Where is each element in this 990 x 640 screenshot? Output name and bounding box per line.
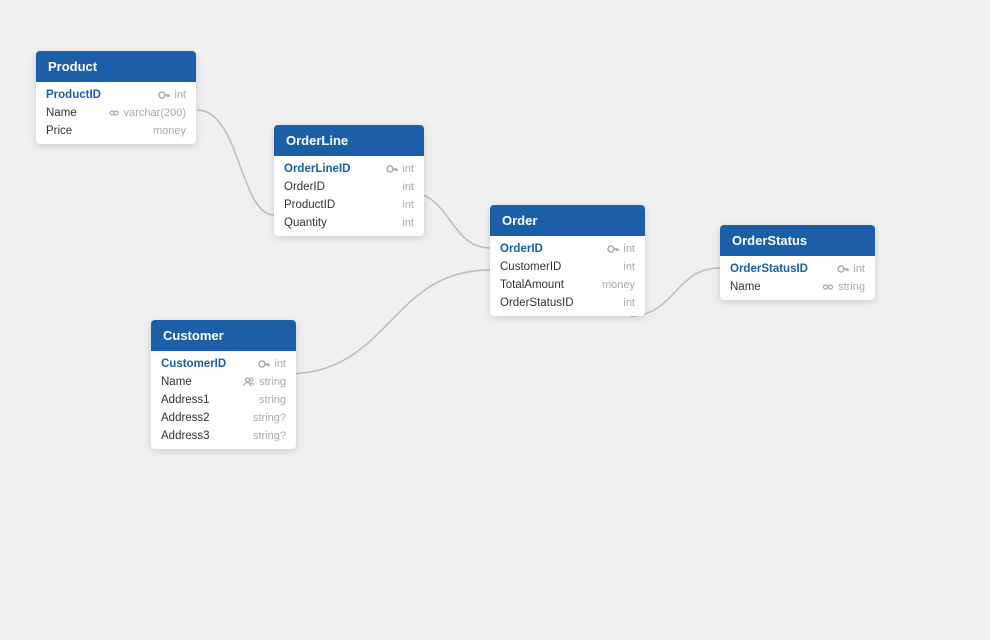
field-name: OrderID bbox=[284, 181, 325, 193]
key-icon bbox=[837, 263, 849, 275]
table-row: OrderID int bbox=[274, 178, 424, 196]
table-row: TotalAmount money bbox=[490, 276, 645, 294]
field-right: varchar(200) bbox=[108, 107, 186, 119]
field-right: string? bbox=[253, 412, 286, 424]
table-row: CustomerID int bbox=[490, 258, 645, 276]
field-type: string? bbox=[253, 430, 286, 442]
table-row: Address3 string? bbox=[151, 427, 296, 445]
field-name: Price bbox=[46, 125, 72, 137]
field-right: int bbox=[386, 163, 414, 175]
field-name: Quantity bbox=[284, 217, 327, 229]
field-type: string bbox=[838, 281, 865, 293]
field-type: int bbox=[623, 297, 635, 309]
orderline-header: OrderLine bbox=[274, 125, 424, 156]
field-name: OrderLineID bbox=[284, 163, 350, 175]
table-row: Name varchar(200) bbox=[36, 104, 196, 122]
order-table: Order OrderID int CustomerID int TotalAm… bbox=[490, 205, 645, 316]
field-type: int bbox=[402, 181, 414, 193]
field-type: int bbox=[402, 163, 414, 175]
customer-table: Customer CustomerID int Name string Addr… bbox=[151, 320, 296, 449]
field-right: int bbox=[623, 261, 635, 273]
field-name: TotalAmount bbox=[500, 279, 564, 291]
table-row: Address1 string bbox=[151, 391, 296, 409]
table-row: Name string bbox=[720, 278, 875, 296]
field-type: int bbox=[853, 263, 865, 275]
orderstatus-header: OrderStatus bbox=[720, 225, 875, 256]
table-row: ProductID int bbox=[274, 196, 424, 214]
product-body: ProductID int Name varchar(200) Price mo… bbox=[36, 82, 196, 144]
field-right: money bbox=[602, 279, 635, 291]
order-header: Order bbox=[490, 205, 645, 236]
group-icon bbox=[243, 376, 255, 388]
key-icon bbox=[386, 163, 398, 175]
field-name: Name bbox=[730, 281, 761, 293]
table-row: Price money bbox=[36, 122, 196, 140]
field-type: int bbox=[623, 243, 635, 255]
field-right: string bbox=[259, 394, 286, 406]
table-row: ProductID int bbox=[36, 86, 196, 104]
key-icon bbox=[158, 89, 170, 101]
field-name: Name bbox=[46, 107, 77, 119]
table-row: Name string bbox=[151, 373, 296, 391]
key-icon bbox=[258, 358, 270, 370]
field-name: CustomerID bbox=[500, 261, 561, 273]
customer-header: Customer bbox=[151, 320, 296, 351]
order-body: OrderID int CustomerID int TotalAmount m… bbox=[490, 236, 645, 316]
field-right: int bbox=[837, 263, 865, 275]
product-header: Product bbox=[36, 51, 196, 82]
field-type: money bbox=[153, 125, 186, 137]
field-type: string? bbox=[253, 412, 286, 424]
field-right: int bbox=[158, 89, 186, 101]
field-name: Address3 bbox=[161, 430, 210, 442]
field-type: money bbox=[602, 279, 635, 291]
field-name: Address1 bbox=[161, 394, 210, 406]
table-row: OrderStatusID int bbox=[720, 260, 875, 278]
field-right: int bbox=[607, 243, 635, 255]
field-right: int bbox=[402, 181, 414, 193]
field-type: int bbox=[402, 217, 414, 229]
field-right: int bbox=[402, 199, 414, 211]
link-icon bbox=[822, 281, 834, 293]
field-name: OrderStatusID bbox=[730, 263, 808, 275]
table-row: OrderID int bbox=[490, 240, 645, 258]
orderline-body: OrderLineID int OrderID int ProductID in… bbox=[274, 156, 424, 236]
link-icon bbox=[108, 107, 120, 119]
field-name: OrderID bbox=[500, 243, 543, 255]
field-type: int bbox=[623, 261, 635, 273]
table-row: Address2 string? bbox=[151, 409, 296, 427]
table-row: OrderLineID int bbox=[274, 160, 424, 178]
product-table: Product ProductID int Name varchar(200) … bbox=[36, 51, 196, 144]
orderstatus-body: OrderStatusID int Name string bbox=[720, 256, 875, 300]
table-row: CustomerID int bbox=[151, 355, 296, 373]
orderline-table: OrderLine OrderLineID int OrderID int Pr… bbox=[274, 125, 424, 236]
field-type: int bbox=[174, 89, 186, 101]
field-name: CustomerID bbox=[161, 358, 226, 370]
diagram-canvas: Product ProductID int Name varchar(200) … bbox=[0, 0, 990, 640]
field-right: int bbox=[623, 297, 635, 309]
field-right: money bbox=[153, 125, 186, 137]
field-name: Name bbox=[161, 376, 192, 388]
field-name: ProductID bbox=[46, 89, 101, 101]
field-right: int bbox=[402, 217, 414, 229]
field-type: varchar(200) bbox=[124, 107, 186, 119]
field-type: string bbox=[259, 376, 286, 388]
orderstatus-table: OrderStatus OrderStatusID int Name strin… bbox=[720, 225, 875, 300]
field-type: string bbox=[259, 394, 286, 406]
table-row: Quantity int bbox=[274, 214, 424, 232]
field-right: string bbox=[243, 376, 286, 388]
field-right: int bbox=[258, 358, 286, 370]
field-type: int bbox=[274, 358, 286, 370]
key-icon bbox=[607, 243, 619, 255]
field-name: ProductID bbox=[284, 199, 335, 211]
field-right: string bbox=[822, 281, 865, 293]
field-right: string? bbox=[253, 430, 286, 442]
table-row: OrderStatusID int bbox=[490, 294, 645, 312]
field-name: Address2 bbox=[161, 412, 210, 424]
field-type: int bbox=[402, 199, 414, 211]
customer-body: CustomerID int Name string Address1 stri… bbox=[151, 351, 296, 449]
field-name: OrderStatusID bbox=[500, 297, 574, 309]
